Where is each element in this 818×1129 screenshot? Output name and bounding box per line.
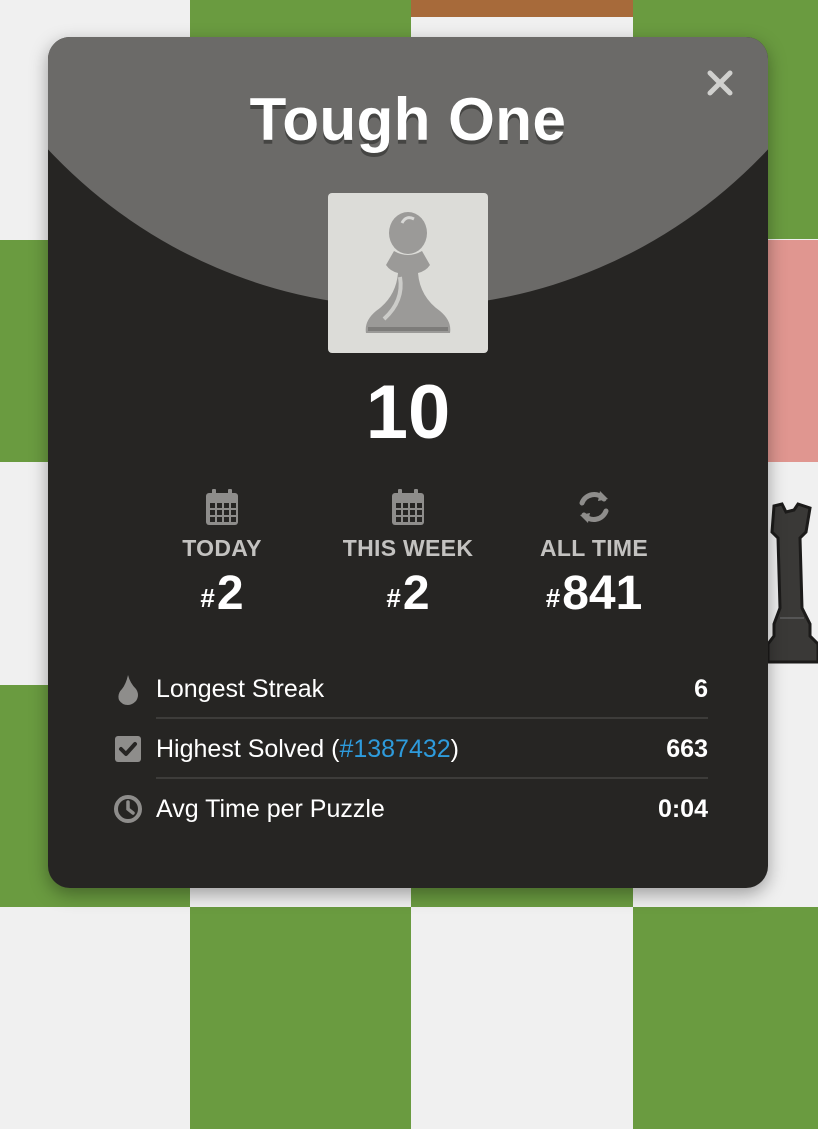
puzzle-results-modal: Tough One 10 TODAY #2 THIS WEEK #2 ALL T… <box>48 37 768 888</box>
rook-piece-icon <box>766 502 818 664</box>
rank-today: TODAY #2 <box>132 487 312 620</box>
rank-value: #2 <box>386 567 430 620</box>
stat-label: Highest Solved (#1387432) <box>156 735 459 763</box>
calendar-icon <box>392 489 424 525</box>
board-square <box>633 907 818 1129</box>
board-square <box>0 0 190 17</box>
puzzle-score: 10 <box>365 370 451 455</box>
stat-row-longest-streak: Longest Streak 6 <box>112 659 708 719</box>
refresh-icon <box>579 491 609 523</box>
rank-value: #841 <box>545 567 643 620</box>
checkbox-icon <box>115 736 141 762</box>
modal-title: Tough One <box>249 86 567 153</box>
stat-label: Avg Time per Puzzle <box>156 795 385 823</box>
board-square <box>190 907 412 1129</box>
stat-value: 6 <box>694 675 708 703</box>
stat-value: 663 <box>666 735 708 763</box>
rank-value: #2 <box>200 567 244 620</box>
stat-value: 0:04 <box>657 795 708 823</box>
board-square <box>411 907 633 1129</box>
flame-icon <box>118 675 138 705</box>
piece-tile <box>328 193 488 353</box>
stat-row-highest-solved: Highest Solved (#1387432) 663 <box>112 719 708 779</box>
stat-row-avg-time: Avg Time per Puzzle 0:04 <box>112 779 708 839</box>
rank-label: ALL TIME <box>539 535 649 561</box>
rank-stats: TODAY #2 THIS WEEK #2 ALL TIME #841 <box>48 487 768 627</box>
puzzle-link[interactable]: #1387432 <box>339 735 450 763</box>
board-square <box>190 0 412 17</box>
rank-label: THIS WEEK <box>342 535 474 561</box>
clock-icon <box>114 795 142 823</box>
rank-label: TODAY <box>182 535 262 561</box>
board-square <box>633 0 818 17</box>
close-icon[interactable] <box>702 65 738 101</box>
calendar-icon <box>206 489 238 525</box>
stats-list: Longest Streak 6 Highest Solved (#138743… <box>112 659 708 839</box>
board-square <box>0 907 190 1129</box>
rank-this-week: THIS WEEK #2 <box>318 487 498 620</box>
board-square-highlight <box>411 0 633 17</box>
pawn-icon <box>365 212 451 333</box>
rank-all-time: ALL TIME #841 <box>504 487 684 620</box>
stat-label: Longest Streak <box>156 675 325 703</box>
